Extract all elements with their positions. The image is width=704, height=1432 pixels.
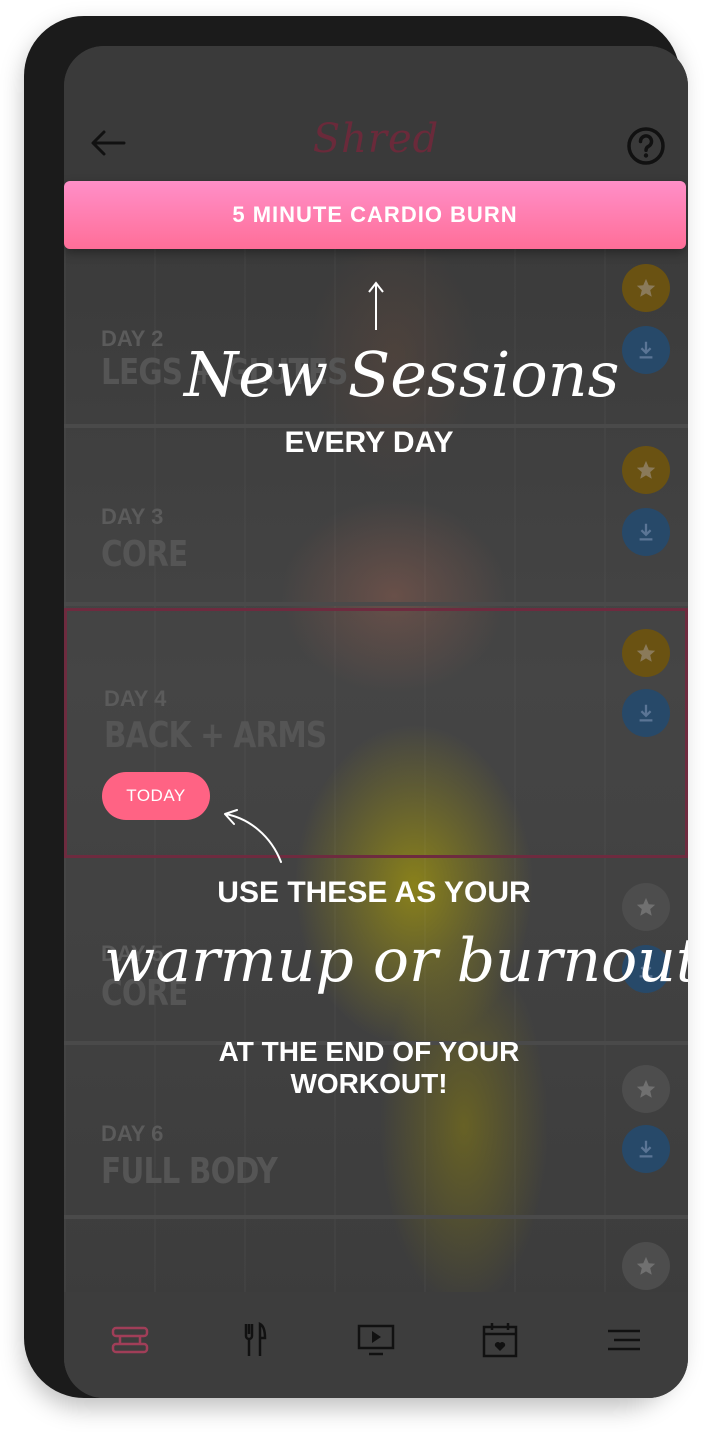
session-day-label: DAY 2 [101, 326, 164, 351]
question-circle-icon[interactable] [626, 126, 666, 166]
session-day-label: DAY 3 [101, 504, 164, 529]
every-day-text: EVERY DAY [284, 426, 454, 459]
session-day-label: DAY 6 [101, 1121, 164, 1146]
session-day-4[interactable]: DAY 4 BACK + ARMS [64, 608, 688, 858]
star-icon [636, 278, 656, 297]
favorite-star-button[interactable] [622, 446, 670, 494]
end-of-workout-text: AT THE END OF YOUR WORKOUT! [218, 1036, 520, 1099]
favorite-star-button[interactable] [622, 1242, 670, 1290]
today-badge: TODAY [102, 772, 210, 820]
bottom-tab-bar [64, 1292, 688, 1398]
new-sessions-heading: New Sessions [184, 338, 620, 411]
download-icon [639, 341, 653, 359]
session-name: BACK + ARMS [104, 715, 327, 756]
app-screen: DAY 2 LEGS + GLUTES DAY 3 CORE DAY 4 BAC… [64, 46, 688, 1398]
star-icon [636, 460, 656, 479]
star-icon [636, 643, 656, 662]
session-name: FULL BODY [101, 1151, 278, 1192]
star-icon [636, 897, 656, 916]
use-these-text: USE THESE AS YOUR [217, 876, 531, 909]
download-icon [639, 1140, 653, 1158]
download-icon [639, 523, 653, 541]
favorite-star-button[interactable] [622, 883, 670, 931]
download-button[interactable] [622, 1125, 670, 1173]
download-button[interactable] [622, 508, 670, 556]
star-icon [636, 1079, 656, 1098]
download-button[interactable] [622, 689, 670, 737]
star-icon [636, 1256, 656, 1275]
arrow-left-icon[interactable] [88, 128, 128, 158]
phone-frame: DAY 2 LEGS + GLUTES DAY 3 CORE DAY 4 BAC… [24, 16, 688, 1398]
session-day-label: DAY 4 [104, 686, 167, 711]
curved-arrow-icon [224, 809, 282, 863]
dumbbell-icon[interactable] [110, 1320, 150, 1360]
app-logo: Shred [312, 116, 440, 162]
cardio-burn-banner[interactable]: 5 MINUTE CARDIO BURN [64, 181, 686, 249]
download-button[interactable] [622, 326, 670, 374]
favorite-star-button[interactable] [622, 264, 670, 312]
calendar-heart-icon[interactable] [480, 1320, 520, 1360]
warmup-burnout-heading: warmup or burnout [104, 926, 688, 996]
video-play-icon[interactable] [356, 1320, 396, 1360]
session-name: CORE [101, 534, 188, 575]
fork-knife-icon[interactable] [234, 1320, 274, 1360]
favorite-star-button[interactable] [622, 629, 670, 677]
menu-icon[interactable] [604, 1320, 644, 1360]
app-header: Shred [64, 46, 688, 181]
arrow-up-icon [368, 281, 384, 330]
download-icon [639, 704, 653, 722]
favorite-star-button[interactable] [622, 1065, 670, 1113]
